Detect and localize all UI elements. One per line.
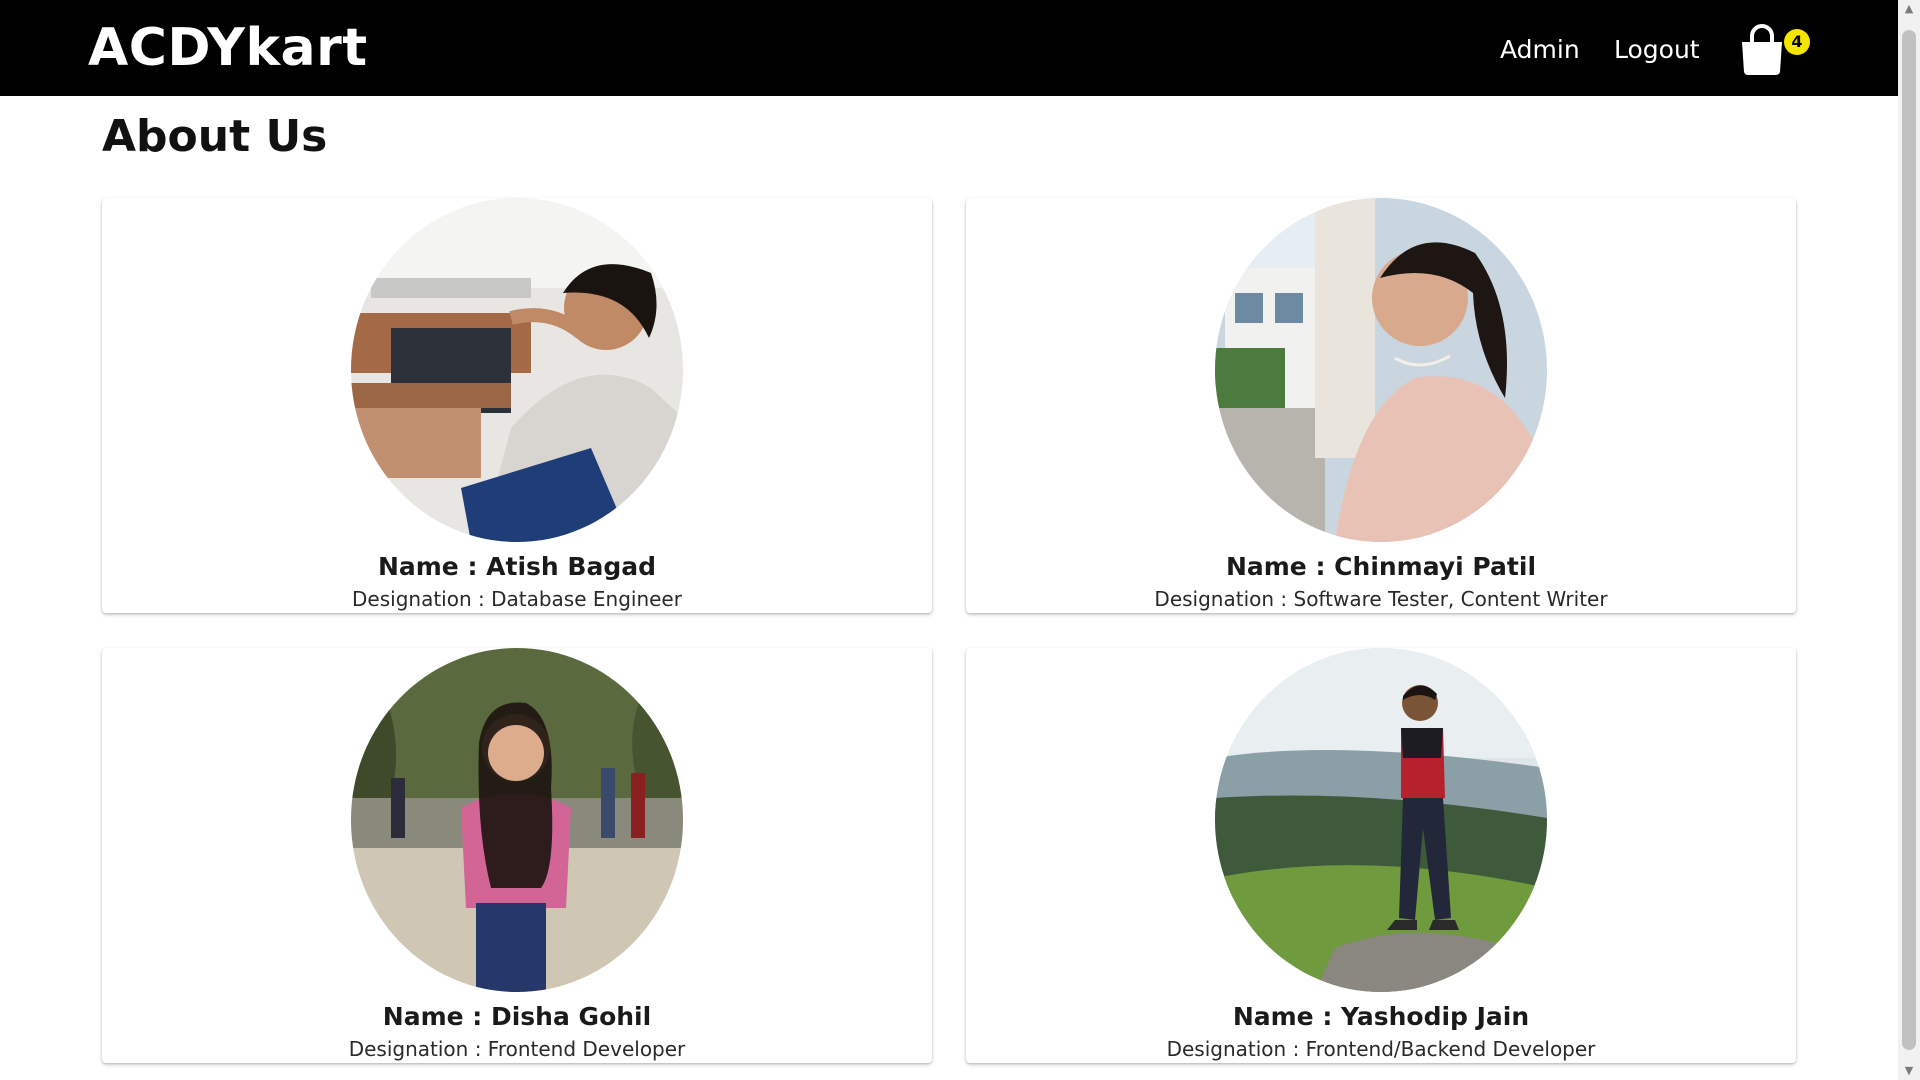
member-name: Name : Disha Gohil [382,1002,652,1031]
team-member-card: Name : Yashodip Jain Designation : Front… [966,648,1796,1063]
member-photo [1215,648,1547,992]
member-designation: Designation : Database Engineer [352,587,682,611]
member-name: Name : Atish Bagad [377,552,657,581]
member-designation: Designation : Frontend Developer [348,1037,686,1061]
member-photo [1215,198,1547,542]
nav-link-admin[interactable]: Admin [1500,33,1580,67]
brand-logo[interactable]: ACDYkart [88,14,368,82]
page-title: About Us [102,111,328,162]
member-name: Name : Chinmayi Patil [1225,552,1537,581]
nav-link-logout[interactable]: Logout [1614,33,1700,67]
scrollbar-thumb[interactable] [1902,30,1916,1050]
shopping-bag-icon [1742,24,1782,75]
cart-count-badge: 4 [1784,29,1810,55]
scroll-down-arrow-icon[interactable]: ▼ [1898,1062,1920,1080]
cart-button[interactable]: 4 [1736,20,1816,76]
member-designation: Designation : Software Tester, Content W… [1154,587,1608,611]
app-viewport: ACDYkart Admin Logout 4 About Us Name: … [0,0,1898,1080]
page-scrollbar[interactable]: ▲ ▼ [1898,0,1920,1080]
member-photo [351,648,683,992]
team-member-card: Name : Chinmayi Patil Designation : Soft… [966,198,1796,613]
member-photo [351,198,683,542]
scroll-up-arrow-icon[interactable]: ▲ [1898,0,1920,18]
team-member-card: Name : Disha Gohil Designation : Fronten… [102,648,932,1063]
top-navbar: ACDYkart Admin Logout 4 [0,0,1898,96]
member-name: Name : Yashodip Jain [1232,1002,1530,1031]
team-member-card: Name : Atish Bagad Designation : Databas… [102,198,932,613]
member-designation: Designation : Frontend/Backend Developer [1166,1037,1596,1061]
